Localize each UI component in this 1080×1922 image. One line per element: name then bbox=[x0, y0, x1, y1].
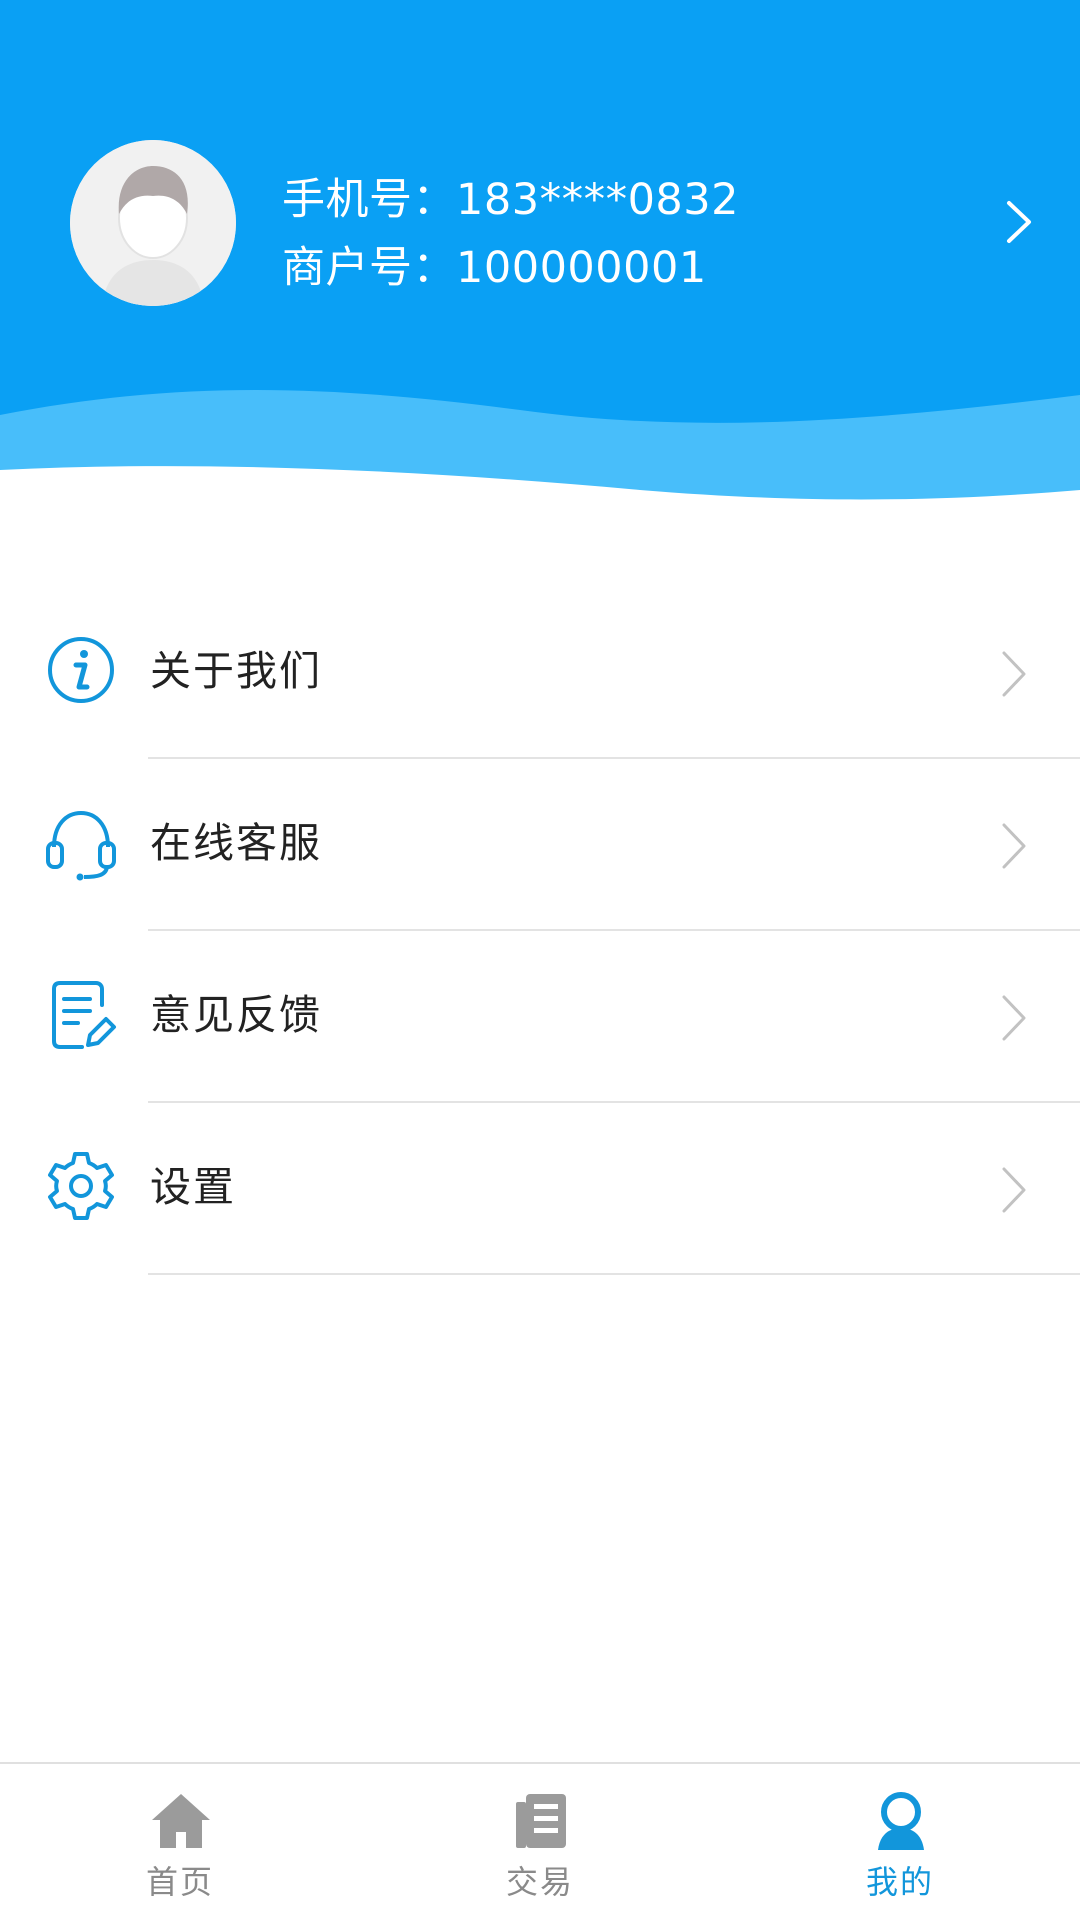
home-icon bbox=[152, 1794, 210, 1848]
document-list-icon bbox=[516, 1794, 566, 1848]
menu-item-label: 在线客服 bbox=[150, 819, 322, 867]
menu-list: 关于我们 在线客服 意见反馈 设置 bbox=[0, 587, 1080, 1275]
tab-label: 交易 bbox=[505, 1863, 574, 1901]
gear-icon bbox=[48, 1152, 114, 1220]
chevron-right-icon bbox=[1002, 995, 1026, 1041]
chevron-right-icon bbox=[1002, 823, 1026, 869]
phone-line: 手机号：183****0832 bbox=[282, 166, 739, 234]
feedback-edit-icon bbox=[52, 981, 116, 1049]
tab-home[interactable]: 首页 bbox=[0, 1764, 360, 1922]
profile-info: 手机号：183****0832 商户号：100000001 bbox=[282, 166, 739, 302]
menu-item-settings[interactable]: 设置 bbox=[0, 1103, 1080, 1275]
merchant-label: 商户号： bbox=[282, 243, 456, 293]
divider bbox=[148, 1273, 1080, 1275]
tab-label: 首页 bbox=[145, 1863, 214, 1901]
tab-label: 我的 bbox=[865, 1863, 934, 1901]
merchant-value: 100000001 bbox=[456, 243, 707, 293]
menu-item-label: 关于我们 bbox=[150, 647, 322, 695]
avatar[interactable] bbox=[70, 140, 236, 306]
headset-icon bbox=[46, 810, 116, 881]
menu-item-label: 设置 bbox=[150, 1163, 236, 1211]
chevron-right-icon bbox=[1002, 1167, 1026, 1213]
menu-item-feedback[interactable]: 意见反馈 bbox=[0, 931, 1080, 1103]
menu-item-online-service[interactable]: 在线客服 bbox=[0, 759, 1080, 931]
user-icon bbox=[878, 1792, 924, 1850]
menu-item-about[interactable]: 关于我们 bbox=[0, 587, 1080, 759]
profile-header[interactable]: 手机号：183****0832 商户号：100000001 bbox=[0, 0, 1080, 520]
merchant-line: 商户号：100000001 bbox=[282, 234, 739, 302]
phone-label: 手机号： bbox=[282, 175, 456, 225]
tab-transactions[interactable]: 交易 bbox=[360, 1764, 720, 1922]
menu-item-label: 意见反馈 bbox=[150, 991, 322, 1039]
phone-value: 183****0832 bbox=[456, 175, 740, 225]
default-user-avatar-icon bbox=[70, 140, 236, 306]
info-circle-icon bbox=[48, 637, 114, 703]
tab-mine[interactable]: 我的 bbox=[720, 1764, 1080, 1922]
chevron-right-icon bbox=[1002, 651, 1026, 697]
bottom-tab-bar: 首页 交易 我的 bbox=[0, 1762, 1080, 1922]
chevron-right-icon[interactable] bbox=[1004, 198, 1034, 246]
